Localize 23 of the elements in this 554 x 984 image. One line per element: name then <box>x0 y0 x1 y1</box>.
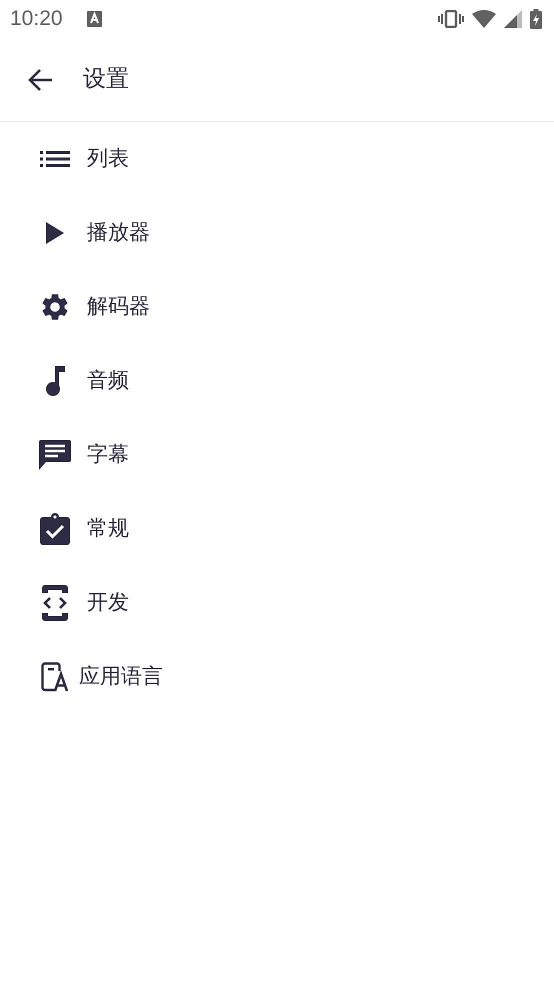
settings-item[interactable]: 列表 <box>0 122 554 196</box>
settings-item[interactable]: 播放器 <box>0 196 554 270</box>
settings-item[interactable]: 开发 <box>0 566 554 640</box>
back-icon[interactable] <box>28 68 54 92</box>
signal-icon <box>504 10 522 28</box>
page-title: 设置 <box>83 65 129 94</box>
code-phone-icon <box>42 585 68 621</box>
list-icon <box>40 149 70 169</box>
vibrate-icon <box>438 10 464 28</box>
settings-item[interactable]: 常规 <box>0 492 554 566</box>
message-icon <box>39 440 71 470</box>
settings-item[interactable]: 应用语言 <box>0 640 554 714</box>
settings-item[interactable]: 音频 <box>0 344 554 418</box>
language-icon <box>41 662 69 692</box>
play-icon <box>46 222 64 244</box>
clipboard-check-icon <box>40 513 70 545</box>
settings-item[interactable]: 字幕 <box>0 418 554 492</box>
battery-icon <box>530 9 542 29</box>
wifi-icon <box>472 10 496 28</box>
clock: 10:20 <box>10 6 63 32</box>
music-note-icon <box>45 366 65 396</box>
notification-icon <box>86 11 102 27</box>
settings-item[interactable]: 解码器 <box>0 270 554 344</box>
